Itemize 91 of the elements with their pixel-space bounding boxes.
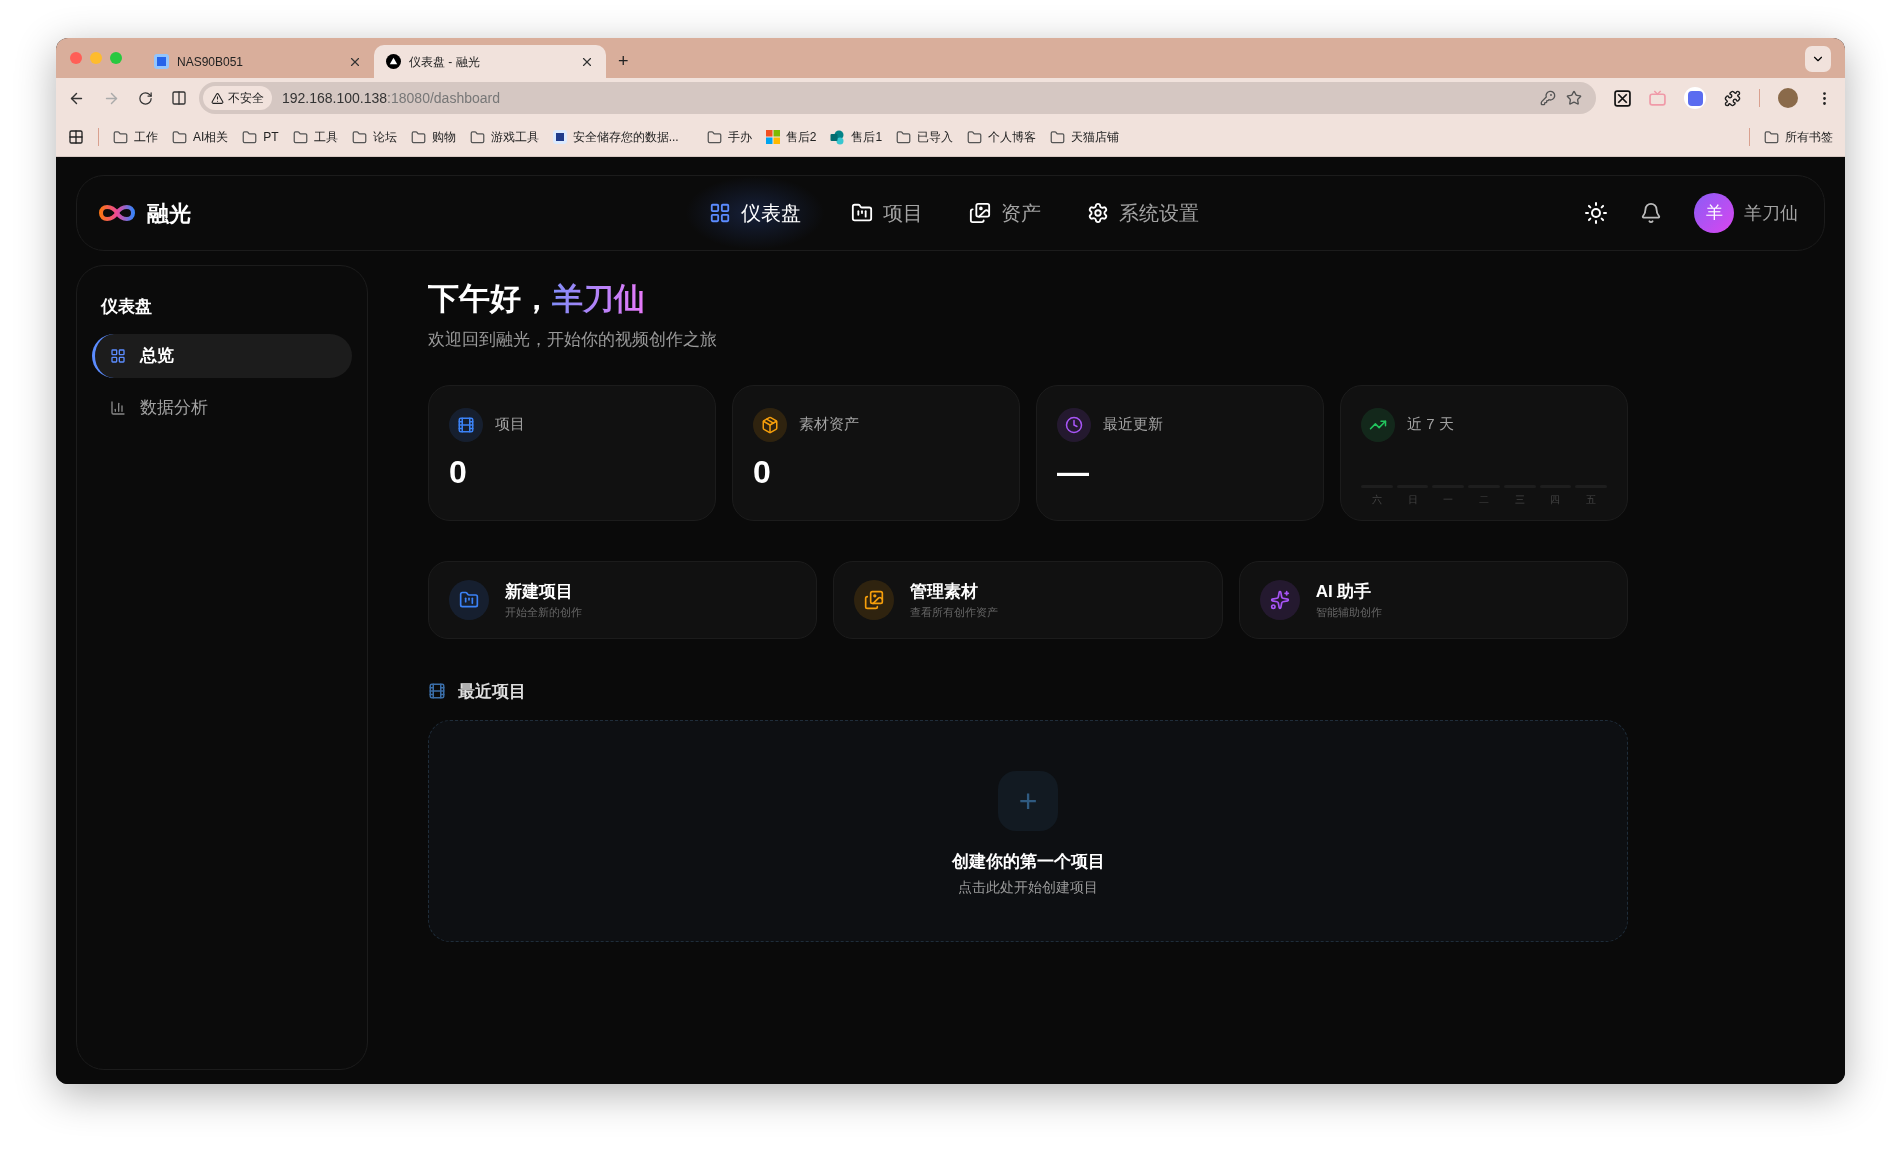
extensions-icon[interactable] xyxy=(1724,89,1741,107)
stat-label: 素材资产 xyxy=(799,414,859,435)
action-card[interactable]: 新建项目 开始全新的创作 xyxy=(428,560,818,639)
settings-icon xyxy=(1087,202,1109,224)
star-icon[interactable] xyxy=(1566,90,1582,106)
tab-title: NAS90B051 xyxy=(177,53,245,71)
bookmark-item[interactable]: 售后2 xyxy=(765,128,817,146)
bookmark-item[interactable]: 所有书签 xyxy=(1764,128,1833,146)
user-name[interactable]: 羊刀仙 xyxy=(1744,199,1798,227)
folder-chart-icon xyxy=(851,202,873,224)
address-bar[interactable]: 不安全 192.168.100.138:18080/dashboard xyxy=(199,82,1596,114)
profile-avatar[interactable] xyxy=(1778,88,1798,108)
warning-icon xyxy=(211,91,224,105)
nav-tab[interactable]: 资产 xyxy=(949,176,1061,250)
images-icon xyxy=(969,202,991,224)
infinity-logo-icon xyxy=(97,202,137,224)
bookmark-item[interactable]: 工具 xyxy=(292,128,338,146)
grid-icon xyxy=(709,202,731,224)
nav-tab[interactable]: 项目 xyxy=(831,176,943,250)
apps-icon[interactable] xyxy=(68,129,84,145)
stat-value: 0 xyxy=(449,452,468,492)
nav-tab[interactable]: 系统设置 xyxy=(1067,176,1219,250)
bookmark-item[interactable]: 天猫店铺 xyxy=(1050,128,1120,146)
bookmark-item[interactable]: 工作 xyxy=(113,128,158,146)
reload-icon[interactable] xyxy=(138,90,153,106)
user-avatar[interactable]: 羊 xyxy=(1694,193,1734,233)
url-text: 192.168.100.138:18080/dashboard xyxy=(282,88,500,108)
key-icon[interactable] xyxy=(1540,90,1556,106)
share-icon xyxy=(830,129,846,145)
browser-tab[interactable]: NAS90B051 xyxy=(142,45,374,78)
bookmark-item[interactable]: 手办 xyxy=(706,128,752,146)
bar-chart-icon xyxy=(110,399,126,416)
split-view-icon[interactable] xyxy=(171,90,187,106)
action-subtitle: 查看所有创作资产 xyxy=(910,605,999,620)
bookmark-item[interactable]: 游戏工具 xyxy=(469,128,539,146)
action-subtitle: 智能辅助创作 xyxy=(1315,605,1382,620)
new-tab-button[interactable]: + xyxy=(606,45,641,78)
action-title: 管理素材 xyxy=(910,580,980,603)
stat-value: — xyxy=(1057,452,1090,492)
security-chip[interactable]: 不安全 xyxy=(203,86,272,110)
bell-icon[interactable] xyxy=(1640,202,1662,224)
bookmark-item[interactable]: 购物 xyxy=(410,128,456,146)
stat-label: 近 7 天 xyxy=(1407,414,1454,435)
action-card[interactable]: 管理素材 查看所有创作资产 xyxy=(833,560,1223,639)
tab-title: 仪表盘 - 融光 xyxy=(409,53,481,71)
folder-icon xyxy=(113,129,128,145)
folder-icon xyxy=(1050,129,1066,145)
brand-name: 融光 xyxy=(147,199,191,228)
folder-icon xyxy=(706,129,722,145)
action-title: 新建项目 xyxy=(505,580,574,603)
folder-icon xyxy=(351,129,367,145)
sidebar-item[interactable]: 数据分析 xyxy=(92,385,352,430)
empty-title: 创建你的第一个项目 xyxy=(951,851,1105,873)
extension-icon[interactable] xyxy=(1684,87,1706,109)
folder-icon xyxy=(292,129,308,145)
sidebar-item[interactable]: 总览 xyxy=(92,333,352,378)
section-title: 最近项目 xyxy=(458,680,526,703)
action-card[interactable]: AI 助手 智能辅助创作 xyxy=(1238,560,1628,639)
stat-label: 项目 xyxy=(495,414,525,435)
bookmark-item[interactable]: 个人博客 xyxy=(967,128,1037,146)
tiles-icon xyxy=(765,130,780,144)
triangle-logo-icon xyxy=(386,54,401,69)
greeting-heading: 下午好，羊刀仙 xyxy=(428,280,646,318)
bookmark-item[interactable]: PT xyxy=(242,128,279,146)
tab-list-button[interactable] xyxy=(1805,46,1831,72)
action-subtitle: 开始全新的创作 xyxy=(505,605,582,620)
folder-icon xyxy=(242,129,258,145)
empty-state-panel[interactable]: + 创建你的第一个项目 点击此处开始创建项目 xyxy=(428,720,1628,942)
folder-icon xyxy=(469,129,485,145)
action-title: AI 助手 xyxy=(1315,580,1373,603)
bookmark-item[interactable]: 售后1 xyxy=(830,128,883,146)
folder-icon xyxy=(172,129,187,145)
folder-icon xyxy=(1764,129,1779,145)
bookmark-item[interactable]: 论坛 xyxy=(351,128,397,146)
sidebar-title: 仪表盘 xyxy=(100,296,153,318)
app-icon xyxy=(154,54,169,69)
folder-icon xyxy=(967,129,983,145)
empty-subtitle: 点击此处开始创建项目 xyxy=(958,877,1098,897)
bookmark-item[interactable]: 已导入 xyxy=(896,128,954,146)
folder-icon xyxy=(896,129,912,145)
film-icon xyxy=(428,682,446,701)
sun-icon[interactable] xyxy=(1584,201,1608,225)
welcome-subtitle: 欢迎回到融光，开始你的视频创作之旅 xyxy=(428,329,718,351)
stat-value: 0 xyxy=(753,452,772,492)
grid-icon xyxy=(110,347,126,364)
folder-icon xyxy=(410,129,426,145)
browser-tab[interactable]: 仪表盘 - 融光 xyxy=(374,45,606,78)
bookmark-item[interactable]: AI相关 xyxy=(172,128,229,146)
stat-label: 最近更新 xyxy=(1103,414,1163,435)
app-icon xyxy=(552,130,567,144)
bookmark-item[interactable]: 安全储存您的数据... xyxy=(552,128,679,146)
